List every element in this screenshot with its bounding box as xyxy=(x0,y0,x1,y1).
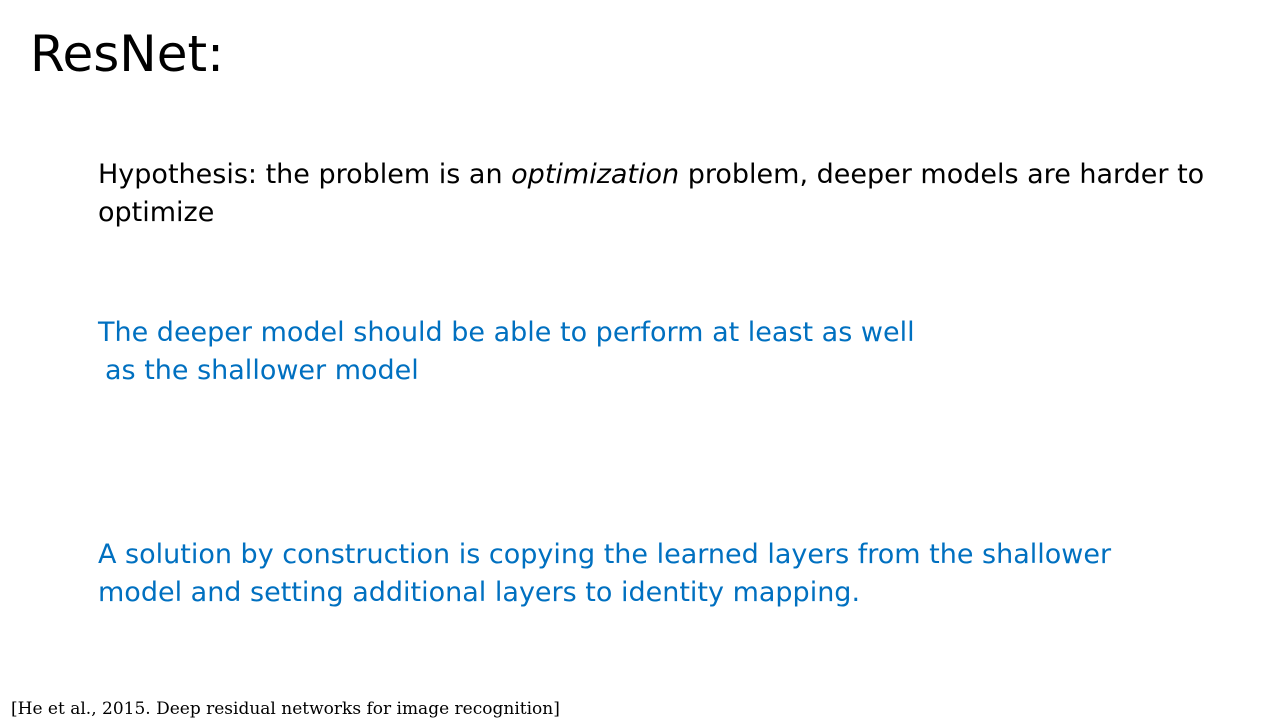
claim-line-2: as the shallower model xyxy=(105,355,419,386)
solution-paragraph: A solution by construction is copying th… xyxy=(98,536,1111,612)
hypothesis-paragraph: Hypothesis: the problem is an optimizati… xyxy=(98,156,1204,232)
slide-title: ResNet: xyxy=(30,25,224,83)
citation: [He et al., 2015. Deep residual networks… xyxy=(11,699,560,719)
hypothesis-emphasis: optimization xyxy=(511,159,680,190)
solution-line-1: A solution by construction is copying th… xyxy=(98,539,1112,570)
claim-paragraph: The deeper model should be able to perfo… xyxy=(98,314,915,390)
slide: ResNet: Hypothesis: the problem is an op… xyxy=(0,0,1280,720)
hypothesis-text-after: problem, deeper models are harder to xyxy=(679,159,1205,190)
claim-line-1: The deeper model should be able to perfo… xyxy=(98,317,915,348)
hypothesis-text-before: Hypothesis: the problem is an xyxy=(98,159,512,190)
solution-line-2: model and setting additional layers to i… xyxy=(98,577,861,608)
hypothesis-line-2: optimize xyxy=(98,197,215,228)
hypothesis-line-1: Hypothesis: the problem is an optimizati… xyxy=(98,156,1204,194)
